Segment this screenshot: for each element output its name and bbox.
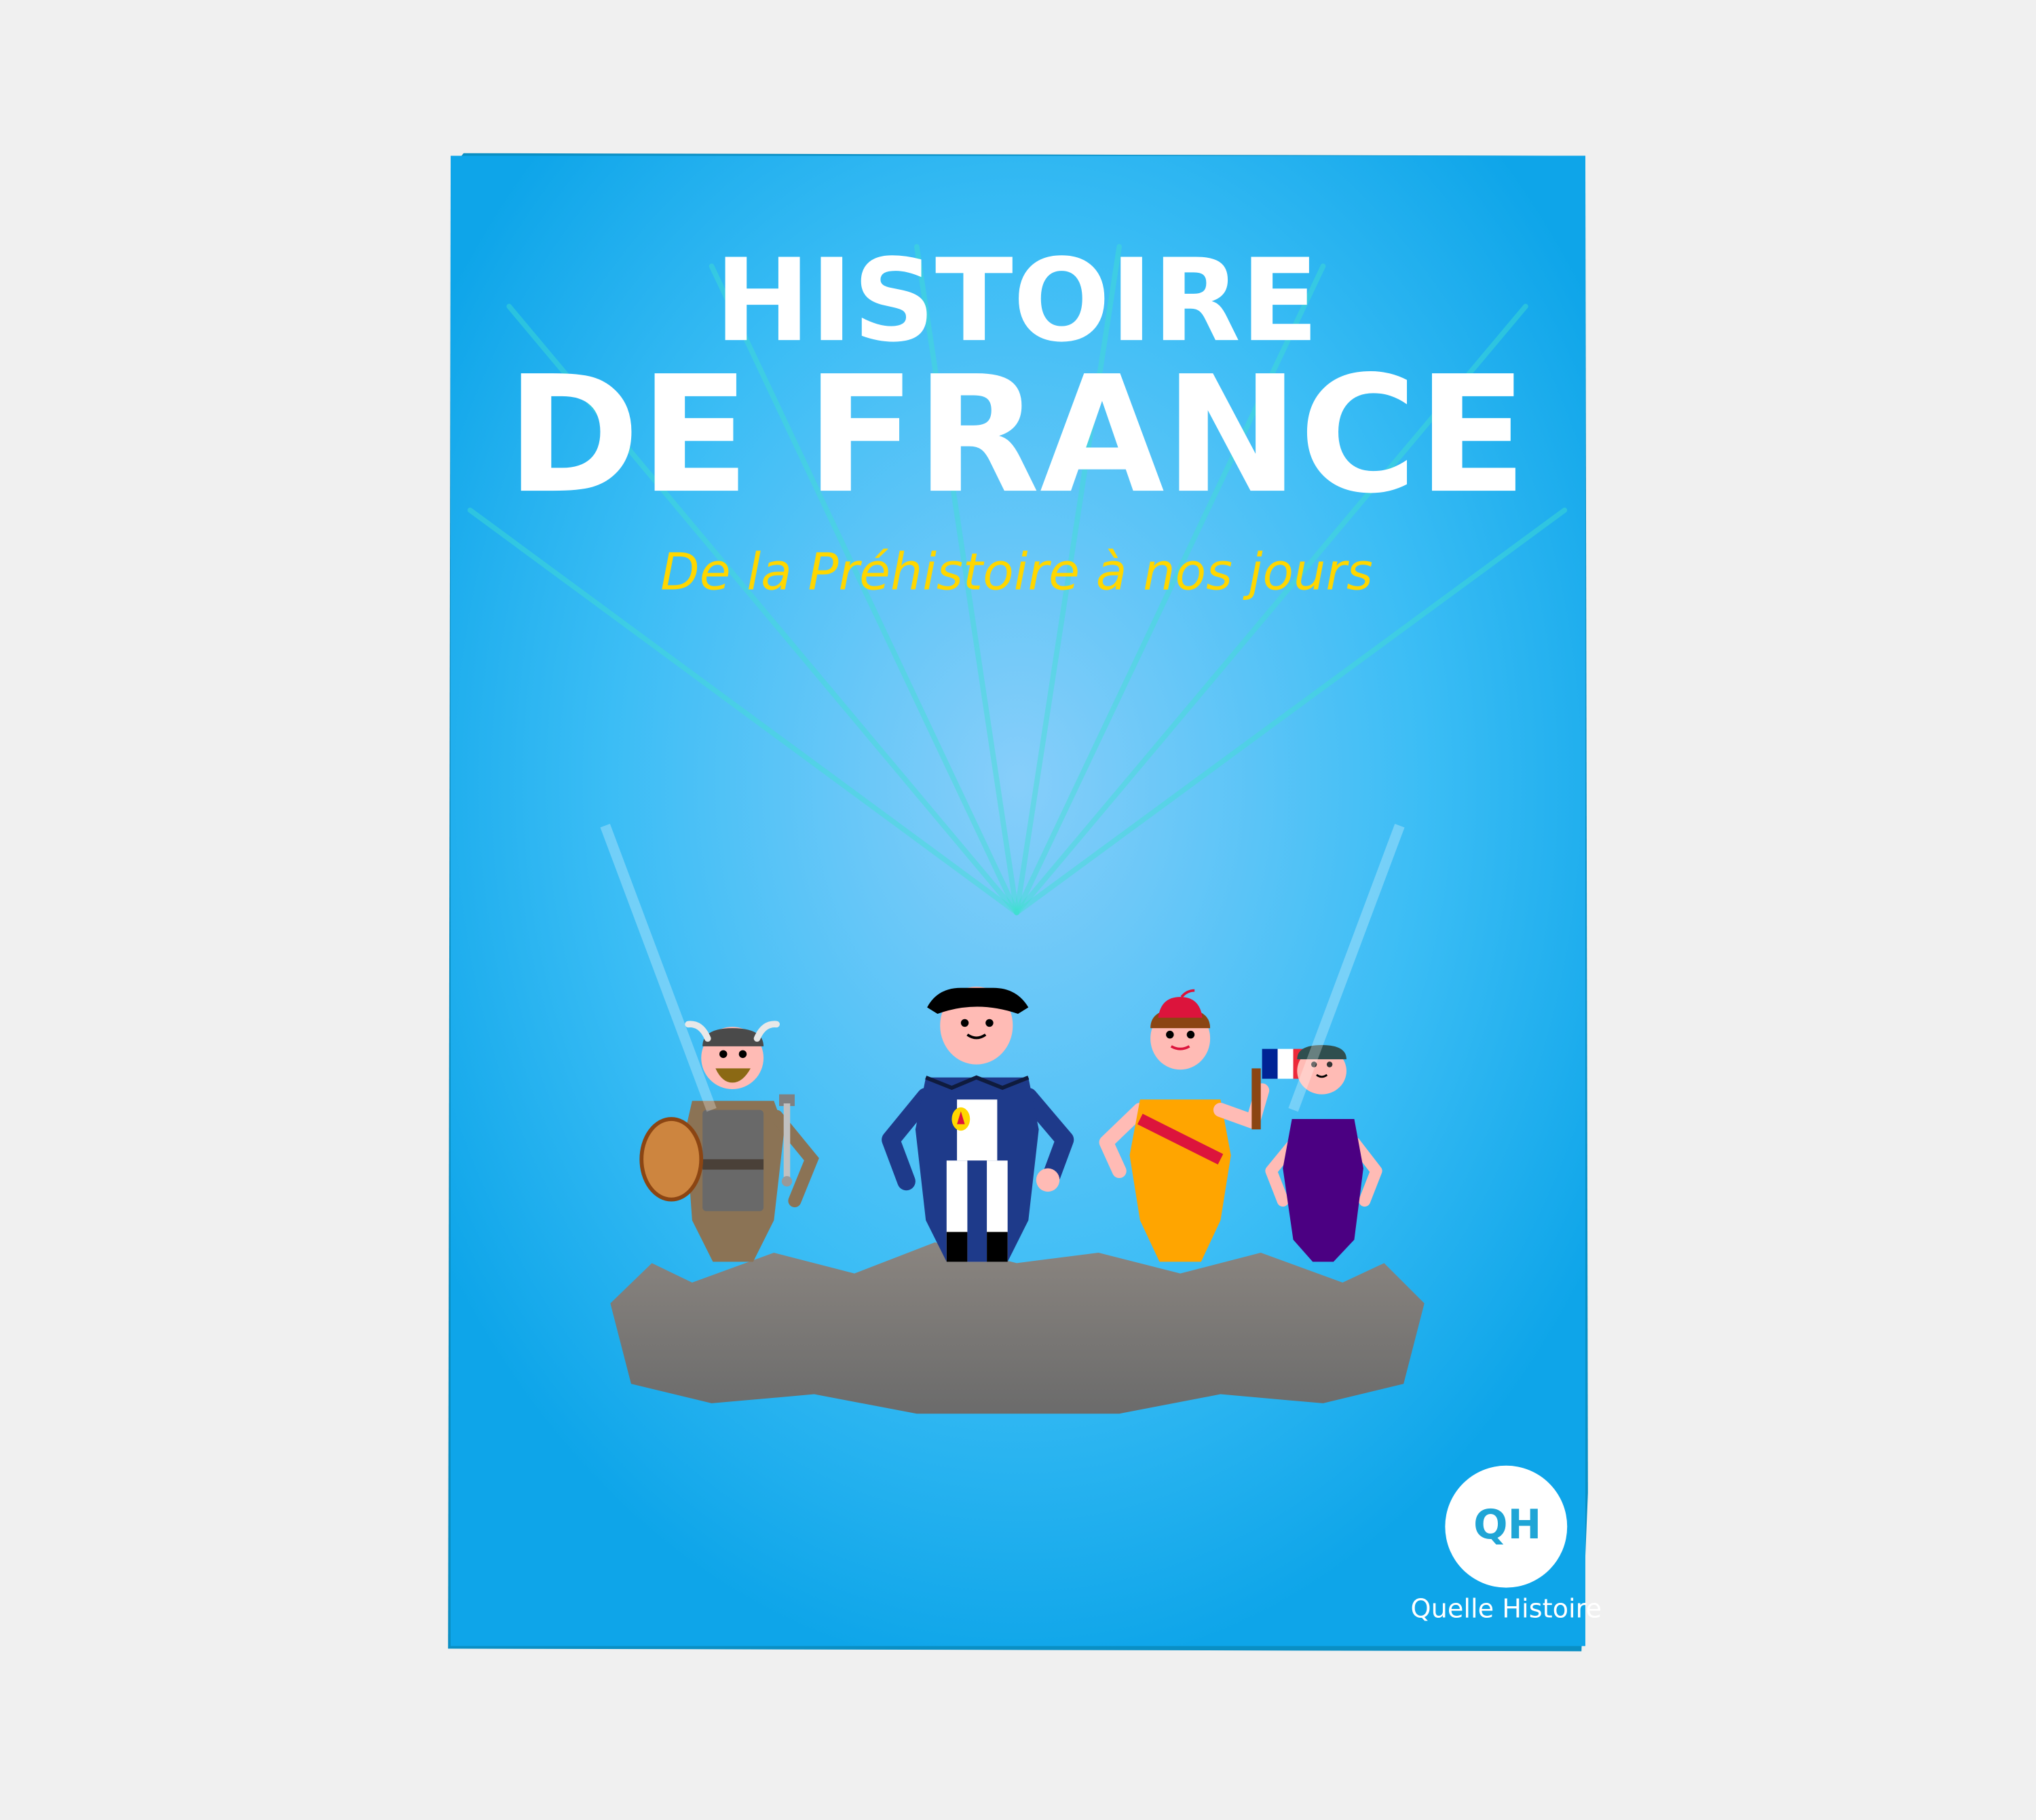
publisher-logo: QH xyxy=(1445,1465,1568,1588)
logo-initials: QH xyxy=(1473,1501,1541,1548)
publisher-name: Quelle Histoire xyxy=(1410,1594,1602,1625)
book-cover-canvas: HISTOIRE DE FRANCE De la Préhistoire à n… xyxy=(448,153,1602,1652)
rock-platform xyxy=(610,1242,1425,1414)
shield-icon xyxy=(639,1117,704,1202)
title-line-2: DE FRANCE xyxy=(506,341,1527,529)
subtitle: De la Préhistoire à nos jours xyxy=(660,542,1373,601)
